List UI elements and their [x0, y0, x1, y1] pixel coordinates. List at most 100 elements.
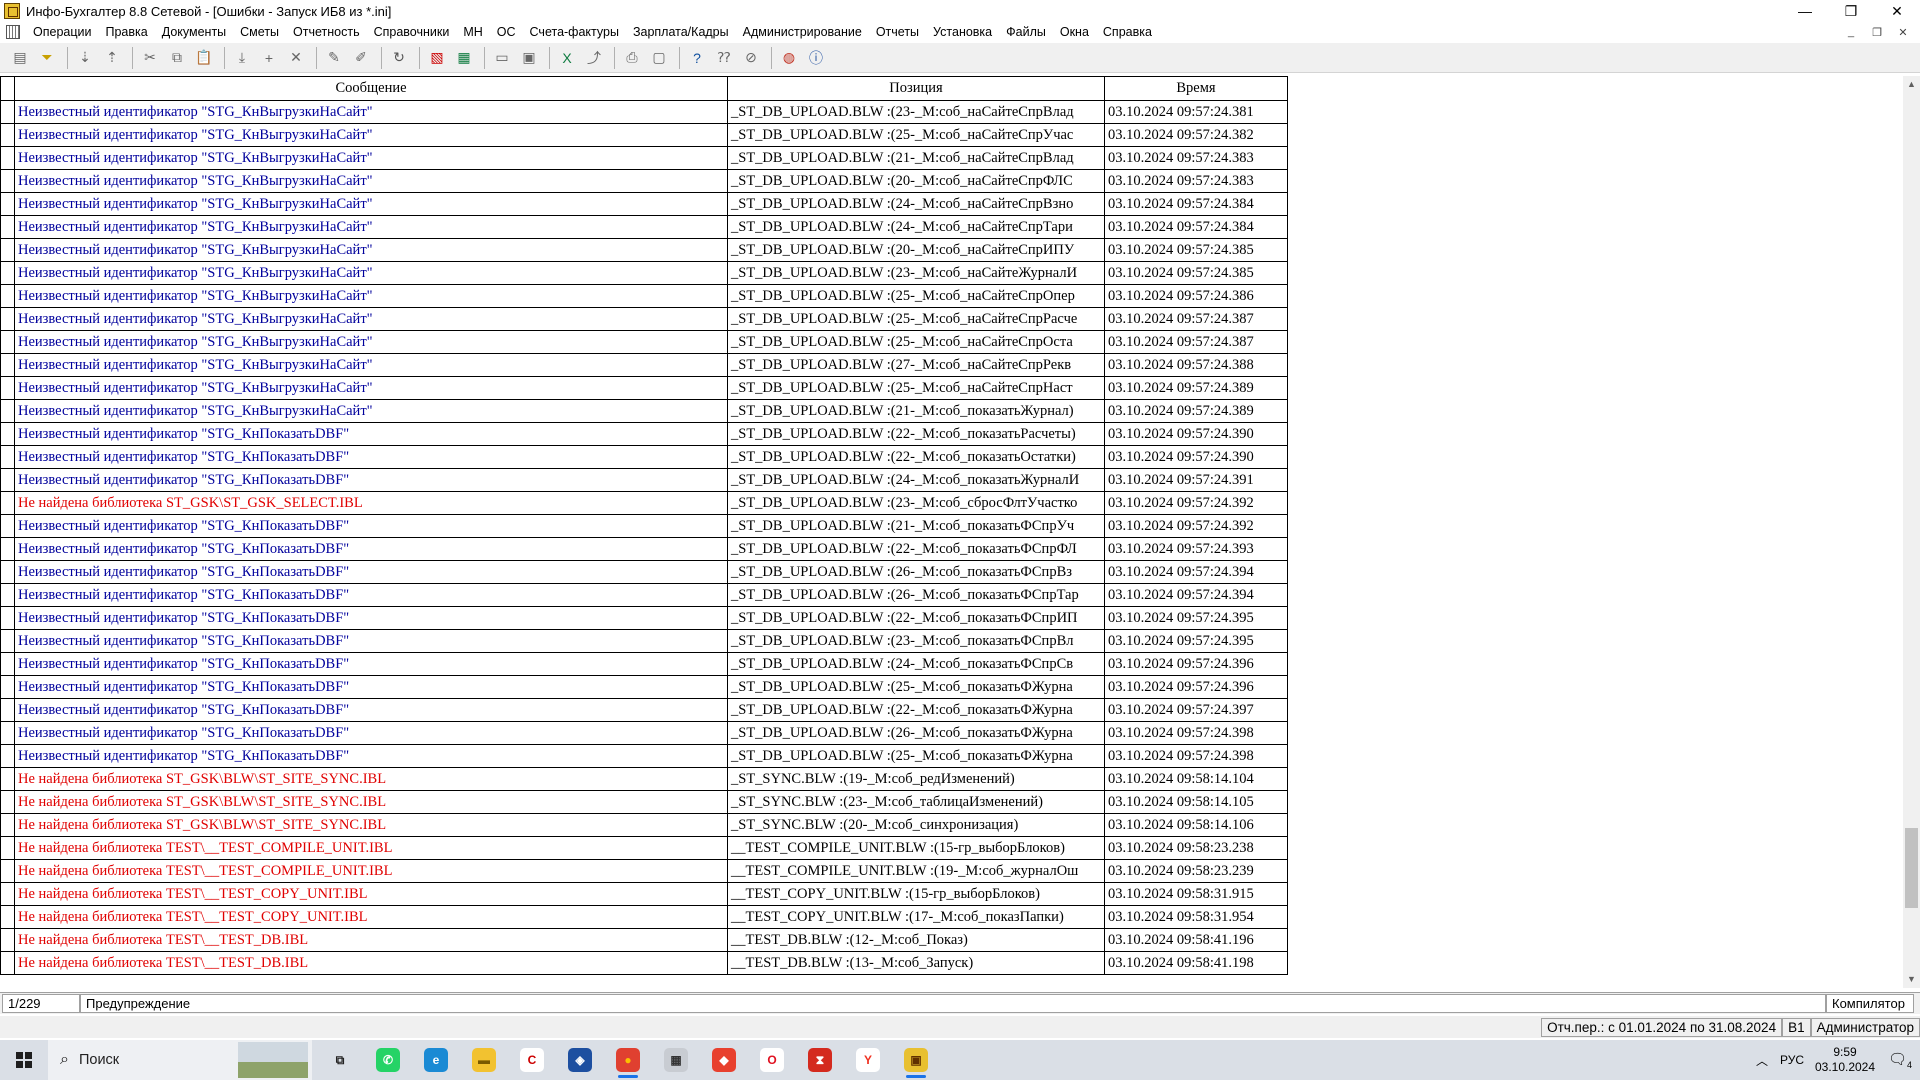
cell-position[interactable]: _ST_DB_UPLOAD.BLW :(26-_М:соб_показатьФС… — [727, 583, 1105, 607]
cell-position[interactable]: _ST_DB_UPLOAD.BLW :(22-_М:соб_показатьФС… — [727, 537, 1105, 561]
menu-item-9[interactable]: Зарплата/Кадры — [626, 25, 736, 39]
row-gutter[interactable] — [0, 399, 15, 423]
scroll-down-icon[interactable]: ▼ — [1903, 971, 1920, 988]
table-row[interactable]: Неизвестный идентификатор "STG_КнВыгрузк… — [0, 192, 1288, 216]
row-gutter[interactable] — [0, 928, 15, 952]
start-button[interactable] — [0, 1040, 48, 1080]
sort-desc-icon[interactable]: ⇡ — [100, 46, 124, 70]
row-gutter[interactable] — [0, 330, 15, 354]
cell-message[interactable]: Неизвестный идентификатор "STG_КнВыгрузк… — [14, 169, 728, 193]
cell-position[interactable]: _ST_DB_UPLOAD.BLW :(24-_М:соб_наСайтеСпр… — [727, 215, 1105, 239]
cell-message[interactable]: Не найдена библиотека TEST\__TEST_COPY_U… — [14, 882, 728, 906]
menu-item-3[interactable]: Сметы — [233, 25, 286, 39]
cell-position[interactable]: _ST_DB_UPLOAD.BLW :(25-_М:соб_наСайтеСпр… — [727, 376, 1105, 400]
cell-position[interactable]: _ST_DB_UPLOAD.BLW :(23-_М:соб_сбросФлтУч… — [727, 491, 1105, 515]
cell-time[interactable]: 03.10.2024 09:57:24.391 — [1104, 468, 1288, 492]
row-gutter[interactable] — [0, 514, 15, 538]
row-gutter[interactable] — [0, 100, 15, 124]
cell-time[interactable]: 03.10.2024 09:57:24.398 — [1104, 744, 1288, 768]
cell-position[interactable]: __TEST_COMPILE_UNIT.BLW :(19-_М:соб_журн… — [727, 859, 1105, 883]
close-button[interactable]: ✕ — [1874, 0, 1920, 22]
row-gutter[interactable] — [0, 813, 15, 837]
menu-item-0[interactable]: Операции — [26, 25, 98, 39]
cell-time[interactable]: 03.10.2024 09:57:24.385 — [1104, 261, 1288, 285]
table-row[interactable]: Не найдена библиотека ST_GSK\ST_GSK_SELE… — [0, 491, 1288, 515]
row-gutter[interactable] — [0, 767, 15, 791]
cell-position[interactable]: _ST_DB_UPLOAD.BLW :(24-_М:соб_наСайтеСпр… — [727, 192, 1105, 216]
cell-message[interactable]: Не найдена библиотека TEST\__TEST_COMPIL… — [14, 836, 728, 860]
cell-position[interactable]: _ST_DB_UPLOAD.BLW :(22-_М:соб_показатьФЖ… — [727, 698, 1105, 722]
table-row[interactable]: Неизвестный идентификатор "STG_КнПоказат… — [0, 698, 1288, 722]
row-gutter[interactable] — [0, 951, 15, 975]
file-explorer-taskbar-button[interactable]: ▬ — [460, 1040, 508, 1080]
child-minimize-button[interactable]: _ — [1840, 24, 1862, 40]
cell-message[interactable]: Неизвестный идентификатор "STG_КнПоказат… — [14, 514, 728, 538]
table-row[interactable]: Неизвестный идентификатор "STG_КнВыгрузк… — [0, 307, 1288, 331]
menu-item-8[interactable]: Счета-фактуры — [523, 25, 626, 39]
cell-position[interactable]: _ST_DB_UPLOAD.BLW :(26-_М:соб_показатьФС… — [727, 560, 1105, 584]
cell-time[interactable]: 03.10.2024 09:57:24.393 — [1104, 537, 1288, 561]
table-row[interactable]: Неизвестный идентификатор "STG_КнВыгрузк… — [0, 146, 1288, 170]
help-icon[interactable]: ? — [685, 46, 709, 70]
cell-message[interactable]: Неизвестный идентификатор "STG_КнПоказат… — [14, 583, 728, 607]
cell-time[interactable]: 03.10.2024 09:57:24.395 — [1104, 629, 1288, 653]
unmark-icon[interactable]: ✐ — [349, 46, 373, 70]
table-row[interactable]: Неизвестный идентификатор "STG_КнПоказат… — [0, 744, 1288, 768]
row-gutter[interactable] — [0, 123, 15, 147]
context-help-icon[interactable]: ⁇ — [712, 46, 736, 70]
cell-position[interactable]: _ST_DB_UPLOAD.BLW :(22-_М:соб_показатьОс… — [727, 445, 1105, 469]
cell-time[interactable]: 03.10.2024 09:57:24.398 — [1104, 721, 1288, 745]
cell-message[interactable]: Не найдена библиотека TEST\__TEST_COPY_U… — [14, 905, 728, 929]
cell-position[interactable]: _ST_SYNC.BLW :(23-_М:соб_таблицаИзменени… — [727, 790, 1105, 814]
whatsapp-taskbar-button[interactable]: ✆ — [364, 1040, 412, 1080]
notifications-icon[interactable]: 🗨4 — [1880, 1050, 1920, 1070]
table-row[interactable]: Не найдена библиотека ST_GSK\BLW\ST_SITE… — [0, 813, 1288, 837]
table-row[interactable]: Неизвестный идентификатор "STG_КнВыгрузк… — [0, 100, 1288, 124]
table-row[interactable]: Не найдена библиотека TEST\__TEST_COPY_U… — [0, 905, 1288, 929]
row-gutter[interactable] — [0, 261, 15, 285]
table-row[interactable]: Неизвестный идентификатор "STG_КнВыгрузк… — [0, 169, 1288, 193]
column-header-message[interactable]: Сообщение — [14, 76, 728, 101]
cell-position[interactable]: __TEST_COPY_UNIT.BLW :(17-_М:соб_показПа… — [727, 905, 1105, 929]
row-gutter[interactable] — [0, 698, 15, 722]
cell-position[interactable]: _ST_DB_UPLOAD.BLW :(21-_М:соб_показатьФС… — [727, 514, 1105, 538]
info-icon[interactable]: ⓘ — [804, 46, 828, 70]
menu-item-2[interactable]: Документы — [155, 25, 233, 39]
calculator-app-taskbar-button[interactable]: ▦ — [652, 1040, 700, 1080]
filter-icon[interactable]: ⏷ — [35, 46, 59, 70]
cell-message[interactable]: Неизвестный идентификатор "STG_КнВыгрузк… — [14, 123, 728, 147]
row-gutter[interactable] — [0, 284, 15, 308]
opera-taskbar-button[interactable]: O — [748, 1040, 796, 1080]
scrollbar-thumb[interactable] — [1905, 828, 1918, 908]
row-gutter[interactable] — [0, 836, 15, 860]
menu-item-6[interactable]: МН — [456, 25, 489, 39]
cut-icon[interactable]: ✂ — [138, 46, 162, 70]
sort-asc-icon[interactable]: ⇣ — [73, 46, 97, 70]
row-gutter[interactable] — [0, 215, 15, 239]
row-gutter[interactable] — [0, 882, 15, 906]
cell-message[interactable]: Не найдена библиотека ST_GSK\BLW\ST_SITE… — [14, 767, 728, 791]
menu-item-5[interactable]: Справочники — [367, 25, 457, 39]
cell-time[interactable]: 03.10.2024 09:57:24.394 — [1104, 560, 1288, 584]
cell-time[interactable]: 03.10.2024 09:58:41.198 — [1104, 951, 1288, 975]
table-row[interactable]: Не найдена библиотека TEST\__TEST_COMPIL… — [0, 859, 1288, 883]
paste-icon[interactable]: 📋 — [192, 46, 216, 70]
cell-message[interactable]: Неизвестный идентификатор "STG_КнПоказат… — [14, 468, 728, 492]
cell-time[interactable]: 03.10.2024 09:58:14.106 — [1104, 813, 1288, 837]
row-gutter[interactable] — [0, 583, 15, 607]
table-row[interactable]: Не найдена библиотека ST_GSK\BLW\ST_SITE… — [0, 767, 1288, 791]
tray-overflow-icon[interactable]: ︿ — [1750, 1052, 1774, 1069]
row-gutter[interactable] — [0, 629, 15, 653]
row-gutter[interactable] — [0, 652, 15, 676]
cell-message[interactable]: Неизвестный идентификатор "STG_КнВыгрузк… — [14, 100, 728, 124]
cell-position[interactable]: _ST_DB_UPLOAD.BLW :(20-_М:соб_наСайтеСпр… — [727, 238, 1105, 262]
cell-position[interactable]: __TEST_DB.BLW :(13-_М:соб_Запуск) — [727, 951, 1105, 975]
table-row[interactable]: Не найдена библиотека TEST\__TEST_DB.IBL… — [0, 951, 1288, 975]
cell-time[interactable]: 03.10.2024 09:57:24.390 — [1104, 422, 1288, 446]
table-row[interactable]: Неизвестный идентификатор "STG_КнПоказат… — [0, 445, 1288, 469]
ccleaner-taskbar-button[interactable]: C — [508, 1040, 556, 1080]
cell-position[interactable]: __TEST_DB.BLW :(12-_М:соб_Показ) — [727, 928, 1105, 952]
cell-message[interactable]: Неизвестный идентификатор "STG_КнПоказат… — [14, 537, 728, 561]
cell-position[interactable]: _ST_DB_UPLOAD.BLW :(25-_М:соб_наСайтеСпр… — [727, 284, 1105, 308]
cell-message[interactable]: Неизвестный идентификатор "STG_КнВыгрузк… — [14, 192, 728, 216]
